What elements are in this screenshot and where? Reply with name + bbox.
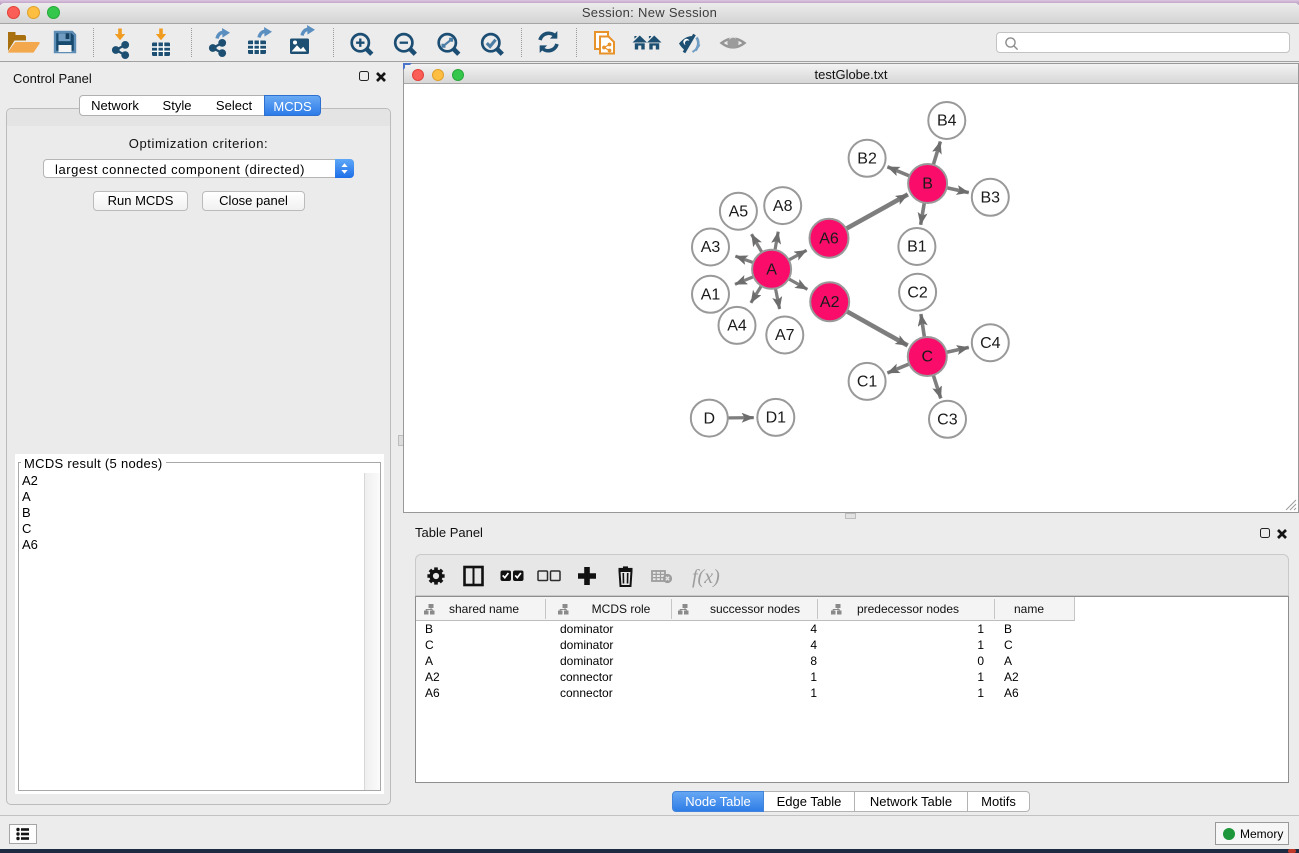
svg-text:C: C [922, 348, 934, 365]
svg-text:A8: A8 [773, 197, 793, 214]
svg-text:A4: A4 [727, 317, 747, 334]
svg-text:D1: D1 [766, 409, 787, 426]
svg-text:D: D [704, 410, 716, 427]
svg-text:A6: A6 [819, 230, 839, 247]
svg-text:B1: B1 [907, 238, 927, 255]
svg-text:A7: A7 [775, 327, 795, 344]
svg-text:C3: C3 [937, 411, 958, 428]
svg-text:f(x): f(x) [692, 566, 720, 588]
svg-text:B: B [922, 175, 933, 192]
svg-text:B4: B4 [937, 112, 957, 129]
svg-text:B2: B2 [857, 150, 877, 167]
svg-text:C4: C4 [980, 334, 1001, 351]
svg-text:A3: A3 [701, 239, 721, 256]
svg-text:C2: C2 [907, 284, 928, 301]
svg-text:A1: A1 [701, 286, 721, 303]
svg-text:B3: B3 [981, 189, 1001, 206]
svg-text:A5: A5 [729, 203, 749, 220]
svg-text:A2: A2 [820, 294, 840, 311]
svg-text:A: A [766, 261, 777, 278]
svg-text:C1: C1 [857, 373, 878, 390]
